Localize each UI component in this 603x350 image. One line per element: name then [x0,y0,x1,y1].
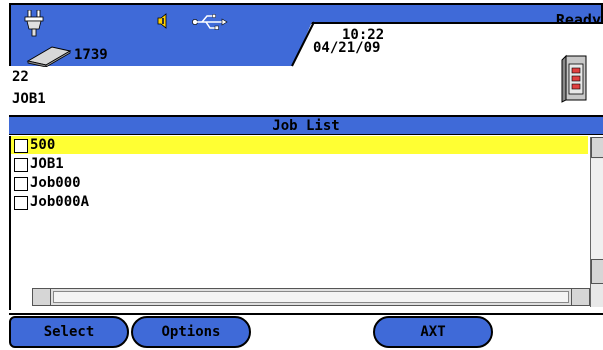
job-list: 500 JOB1 Job000 Job000A [9,136,603,310]
job-list-item-job000[interactable]: Job000 [11,174,588,192]
speaker-icon [157,13,167,29]
usb-icon [192,14,228,30]
clock-date: 04/21/09 [313,40,381,56]
screen: 1739 Ready 10:22 04/21/09 22 JOB1 Job Li… [0,0,603,350]
job-label: 500 [30,137,56,153]
job-checkbox[interactable] [14,139,28,153]
job-label: JOB1 [30,156,64,172]
job-list-item-job1[interactable]: JOB1 [11,155,588,173]
info-line-2: JOB1 [12,91,46,107]
vertical-scrollbar[interactable] [590,137,603,307]
counter-value: 1739 [74,47,108,63]
horizontal-scroll-thumb[interactable] [53,291,569,303]
job-checkbox[interactable] [14,196,28,210]
document-icon[interactable] [560,54,590,104]
job-list-title: Job List [272,118,340,134]
horizontal-scrollbar[interactable] [32,288,590,306]
scroll-right-button[interactable] [571,289,589,305]
job-label: Job000 [30,175,81,191]
axt-button[interactable]: AXT [373,316,493,348]
scroll-left-button[interactable] [33,289,51,305]
job-list-item-job000a[interactable]: Job000A [11,193,588,211]
drive-icon [26,46,72,67]
info-line-1: 22 [12,69,29,85]
job-label: Job000A [30,194,90,210]
job-checkbox[interactable] [14,158,28,172]
scroll-down-button[interactable] [591,259,603,284]
plug-icon [24,10,44,37]
scroll-up-button[interactable] [591,137,603,158]
select-button[interactable]: Select [9,316,129,348]
job-checkbox[interactable] [14,177,28,191]
job-list-item-500[interactable]: 500 [11,136,588,154]
scroll-track[interactable] [591,159,603,259]
options-button[interactable]: Options [131,316,251,348]
job-list-titlebar: Job List [9,115,603,135]
